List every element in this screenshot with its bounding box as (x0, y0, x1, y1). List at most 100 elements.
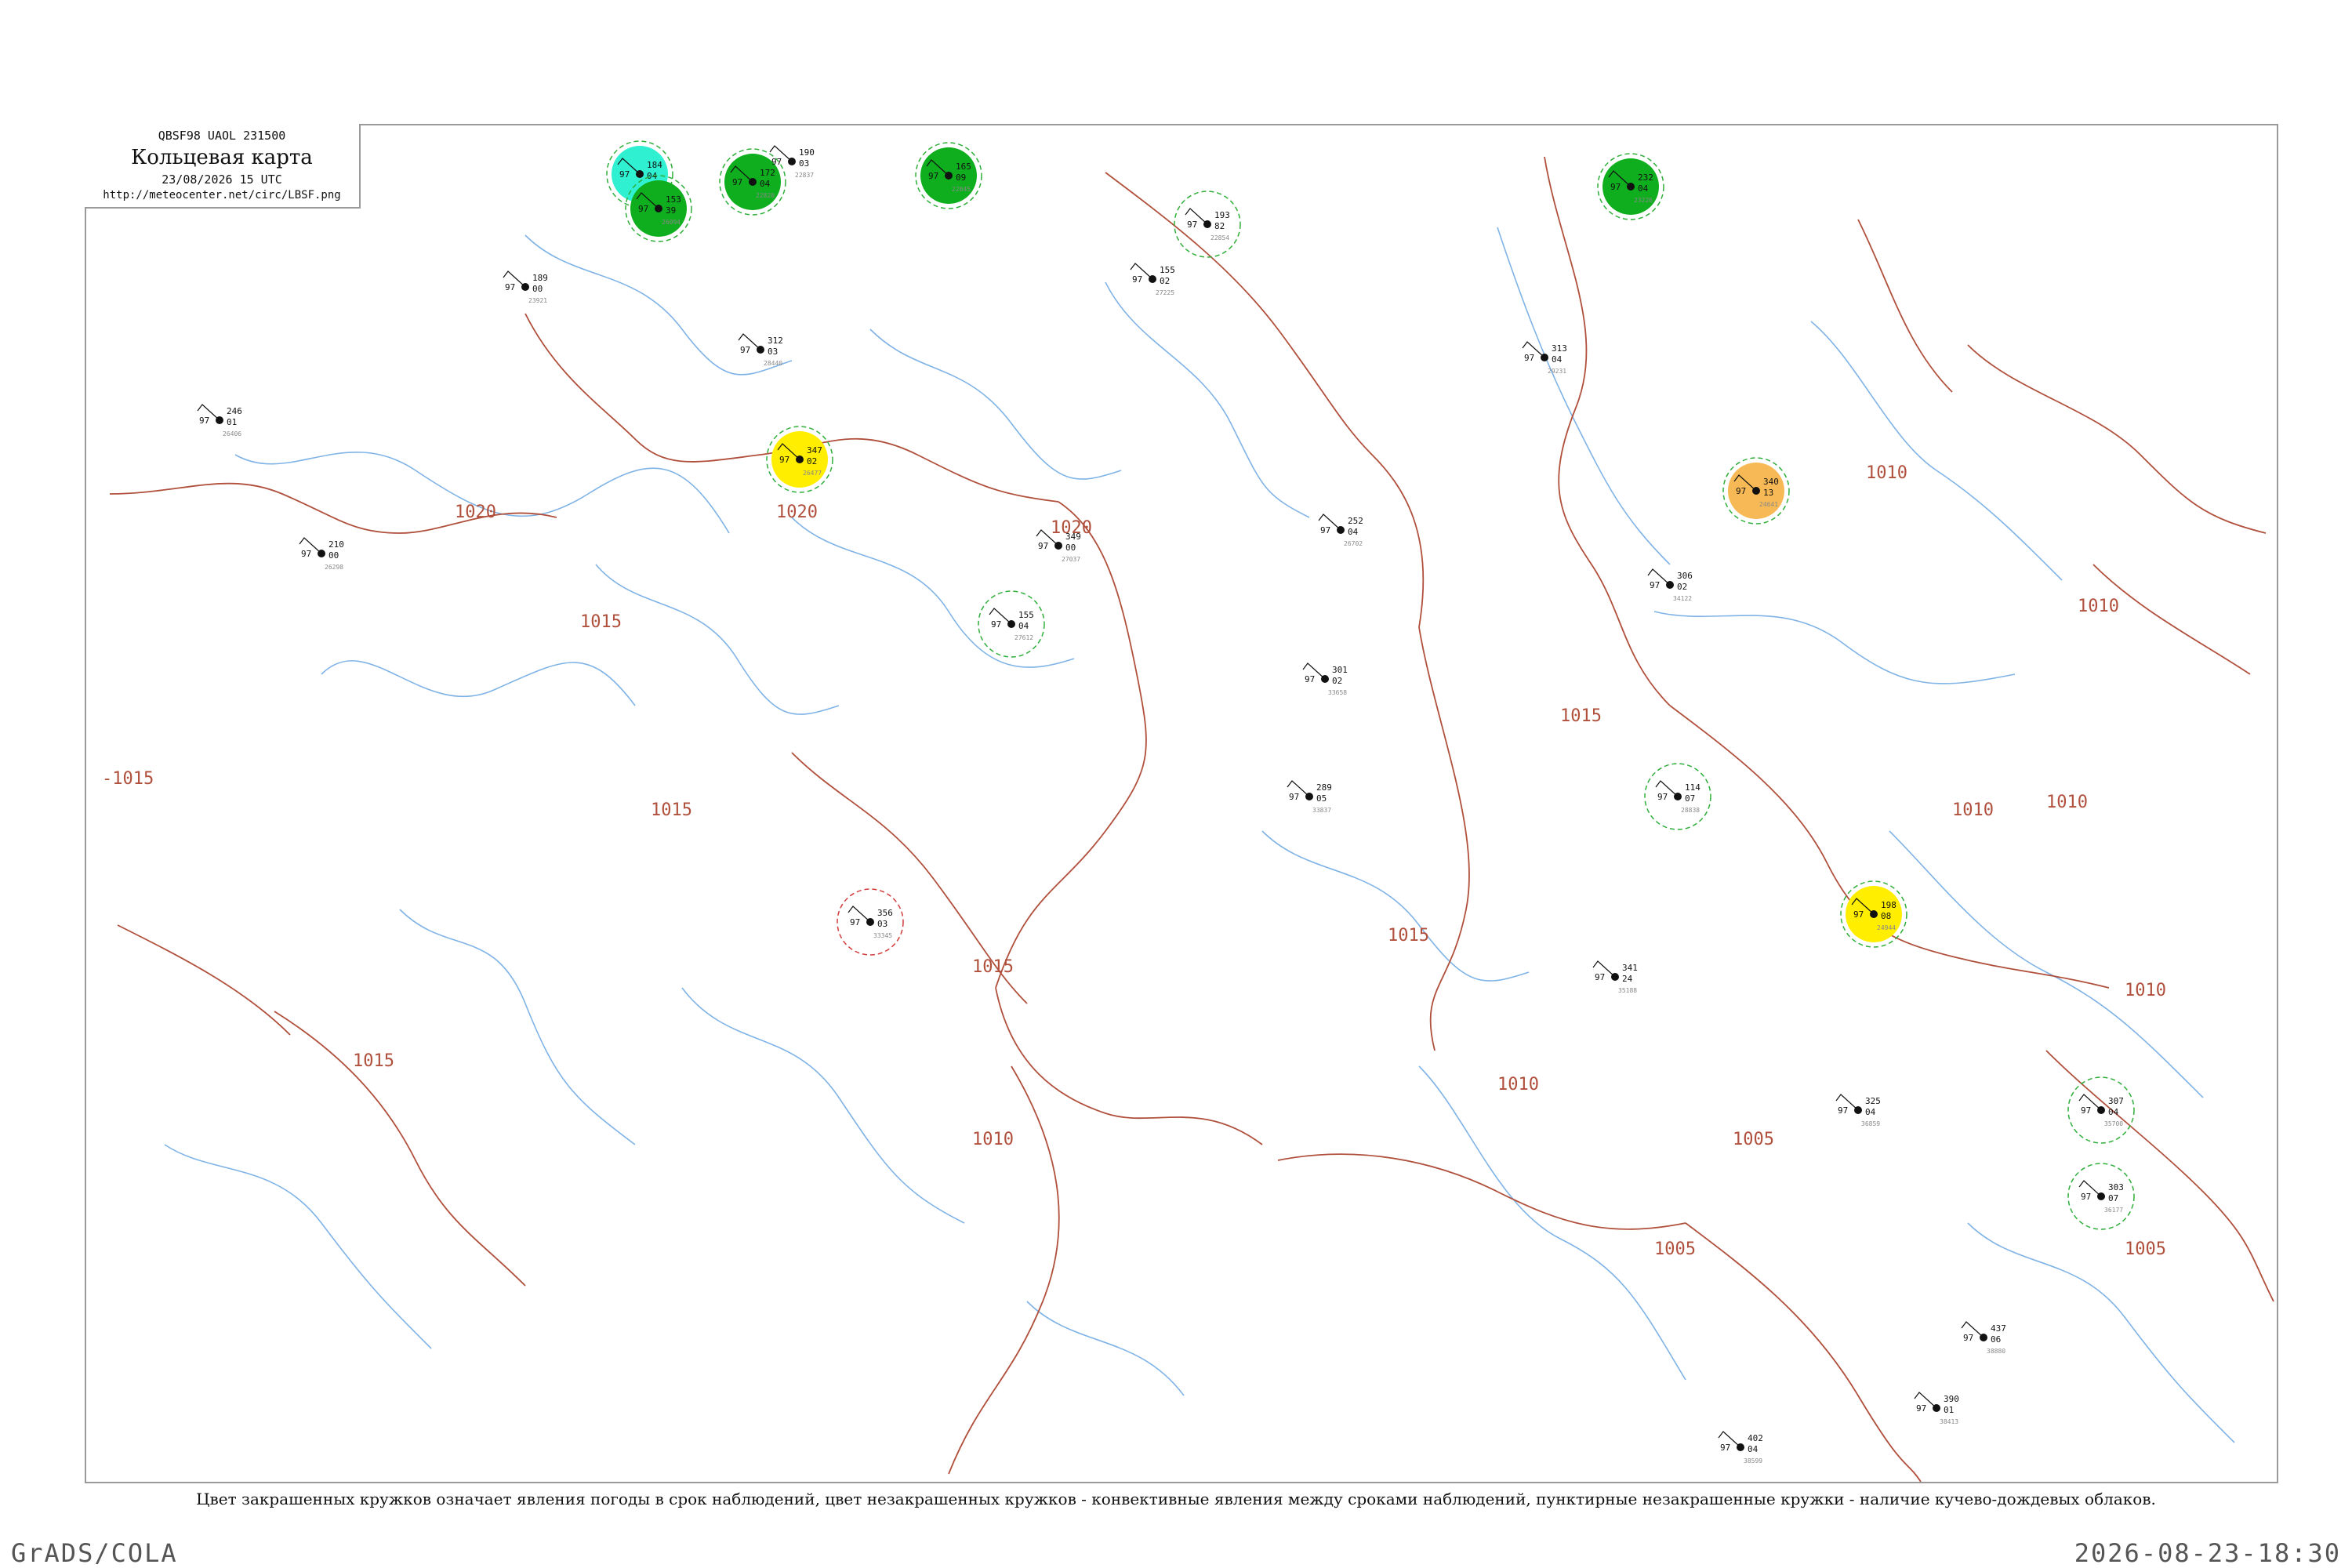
station-tendency: 82 (1214, 221, 1225, 231)
station-temperature: 97 (638, 204, 648, 214)
station-tendency: 00 (1065, 543, 1076, 553)
station-temperature: 97 (850, 917, 860, 927)
station-index: 36859 (1861, 1120, 1880, 1127)
footer-software: GrADS/COLA (11, 1538, 178, 1568)
station-plot[interactable]: 246 97 01 26406 (197, 404, 242, 437)
station-plot[interactable]: 155 97 04 27612 (978, 590, 1045, 658)
map-title: Кольцевая карта (131, 146, 313, 169)
station-plot[interactable]: 312 97 03 28440 (738, 333, 783, 367)
station-tendency: 04 (760, 179, 771, 189)
isobar-label: -1015 (102, 769, 154, 789)
station-tendency: 03 (877, 919, 887, 929)
station-temperature: 97 (1916, 1403, 1926, 1414)
station-index: 38413 (1940, 1418, 1958, 1425)
station-plot[interactable]: 193 97 82 22854 (1174, 191, 1241, 258)
station-temperature: 97 (928, 171, 938, 181)
station-index: 22845 (952, 186, 971, 193)
isobar-labels: 1020 1020 1020 1015 1015 1015 1015 1015 … (102, 463, 2166, 1259)
station-pressure: 232 (1638, 172, 1653, 183)
station-pressure: 349 (1065, 532, 1081, 542)
station-plot[interactable]: 301 97 02 33658 (1302, 662, 1348, 696)
station-plot[interactable]: 210 97 00 26298 (299, 537, 344, 571)
isobar-label: 1015 (580, 612, 622, 632)
station-index: 33837 (1312, 807, 1331, 814)
station-index: 33345 (873, 932, 892, 939)
station-plot[interactable]: 313 97 04 29231 (1522, 341, 1567, 375)
isobar-label: 1010 (2125, 981, 2166, 1000)
rivers (164, 227, 2235, 1443)
station-plot[interactable]: 165 97 09 22845 (915, 142, 982, 209)
station-index: 27037 (1062, 556, 1080, 563)
station-tendency: 04 (1638, 183, 1649, 194)
station-index: 23226 (1634, 197, 1653, 204)
station-index: 38880 (1987, 1348, 2005, 1355)
station-index: 26406 (223, 430, 241, 437)
station-pressure: 189 (532, 273, 548, 283)
station-temperature: 97 (1305, 674, 1315, 684)
station-plot[interactable]: 252 97 04 26702 (1318, 514, 1363, 547)
isobar-label: 1005 (1733, 1130, 1774, 1149)
station-plot[interactable]: 155 97 02 27225 (1130, 263, 1175, 296)
isobar-label: 1015 (1388, 926, 1429, 946)
station-pressure: 390 (1944, 1394, 1959, 1404)
station-tendency: 09 (956, 172, 966, 183)
station-tendency: 02 (807, 456, 817, 466)
station-plot[interactable]: 232 97 04 23226 (1597, 153, 1664, 220)
station-tendency: 04 (2108, 1107, 2119, 1117)
station-temperature: 97 (301, 549, 311, 559)
station-plot[interactable]: 402 97 04 38599 (1718, 1431, 1763, 1465)
station-pressure: 341 (1622, 963, 1638, 973)
station-plot[interactable]: 198 97 08 24944 (1840, 880, 1907, 948)
station-tendency: 07 (2108, 1193, 2118, 1203)
station-plot[interactable]: 356 97 03 33345 (837, 888, 904, 956)
station-index: 23921 (528, 297, 547, 304)
station-tendency: 05 (1316, 793, 1327, 804)
station-plot[interactable]: 306 97 02 34122 (1647, 568, 1693, 602)
station-tendency: 06 (1991, 1334, 2001, 1345)
map-canvas[interactable]: 1020 1020 1020 1015 1015 1015 1015 1015 … (86, 125, 2277, 1482)
station-index: 24641 (1759, 501, 1778, 508)
station-temperature: 97 (1838, 1105, 1848, 1116)
station-index: 22820 (756, 192, 775, 199)
station-pressure: 402 (1748, 1433, 1763, 1443)
station-temperature: 97 (2081, 1105, 2091, 1116)
map-frame: 1020 1020 1020 1015 1015 1015 1015 1015 … (85, 124, 2278, 1483)
station-plot[interactable]: 153 97 39 26094 (625, 175, 692, 242)
station-temperature: 97 (1289, 792, 1299, 802)
isobar-label: 1010 (972, 1130, 1014, 1149)
station-plot[interactable]: 340 97 13 24641 (1722, 457, 1790, 524)
station-plot[interactable]: 341 97 24 35188 (1592, 960, 1638, 994)
station-pressure: 155 (1160, 265, 1175, 275)
station-tendency: 02 (1160, 276, 1170, 286)
isobar-label: 1010 (2078, 597, 2119, 616)
station-plot[interactable]: 437 97 06 38880 (1961, 1321, 2006, 1355)
station-plot[interactable]: 390 97 01 38413 (1914, 1392, 1959, 1425)
station-pressure: 153 (666, 194, 681, 205)
station-temperature: 97 (1524, 353, 1534, 363)
isobar-label: 1015 (1560, 706, 1602, 726)
station-pressure: 193 (1214, 210, 1230, 220)
isobar-label: 1005 (2125, 1240, 2166, 1259)
station-index: 27225 (1156, 289, 1174, 296)
map-url[interactable]: http://meteocenter.net/circ/LBSF.png (85, 189, 359, 201)
station-plot[interactable]: 289 97 05 33837 (1287, 780, 1332, 814)
station-temperature: 97 (619, 169, 630, 180)
station-tendency: 00 (532, 284, 543, 294)
station-temperature: 97 (1853, 909, 1864, 920)
station-tendency: 04 (1348, 527, 1359, 537)
station-plot[interactable]: 325 97 04 36859 (1835, 1094, 1881, 1127)
station-plot[interactable]: 303 97 07 36177 (2067, 1163, 2135, 1230)
isobar-label: 1010 (1952, 800, 1994, 820)
station-tendency: 07 (1685, 793, 1695, 804)
station-pressure: 165 (956, 162, 971, 172)
station-plot[interactable]: 114 97 07 28838 (1644, 763, 1711, 830)
station-temperature: 97 (1720, 1443, 1730, 1453)
station-index: 22837 (795, 172, 814, 179)
station-temperature: 97 (1650, 580, 1660, 590)
isobar-label: 1010 (2046, 793, 2088, 812)
station-temperature: 97 (2081, 1192, 2091, 1202)
station-temperature: 97 (991, 619, 1001, 630)
station-plot[interactable]: 189 97 00 23921 (503, 270, 548, 304)
station-plot[interactable]: 347 97 02 26477 (766, 426, 833, 493)
station-plot[interactable]: 307 97 04 35700 (2067, 1076, 2135, 1144)
